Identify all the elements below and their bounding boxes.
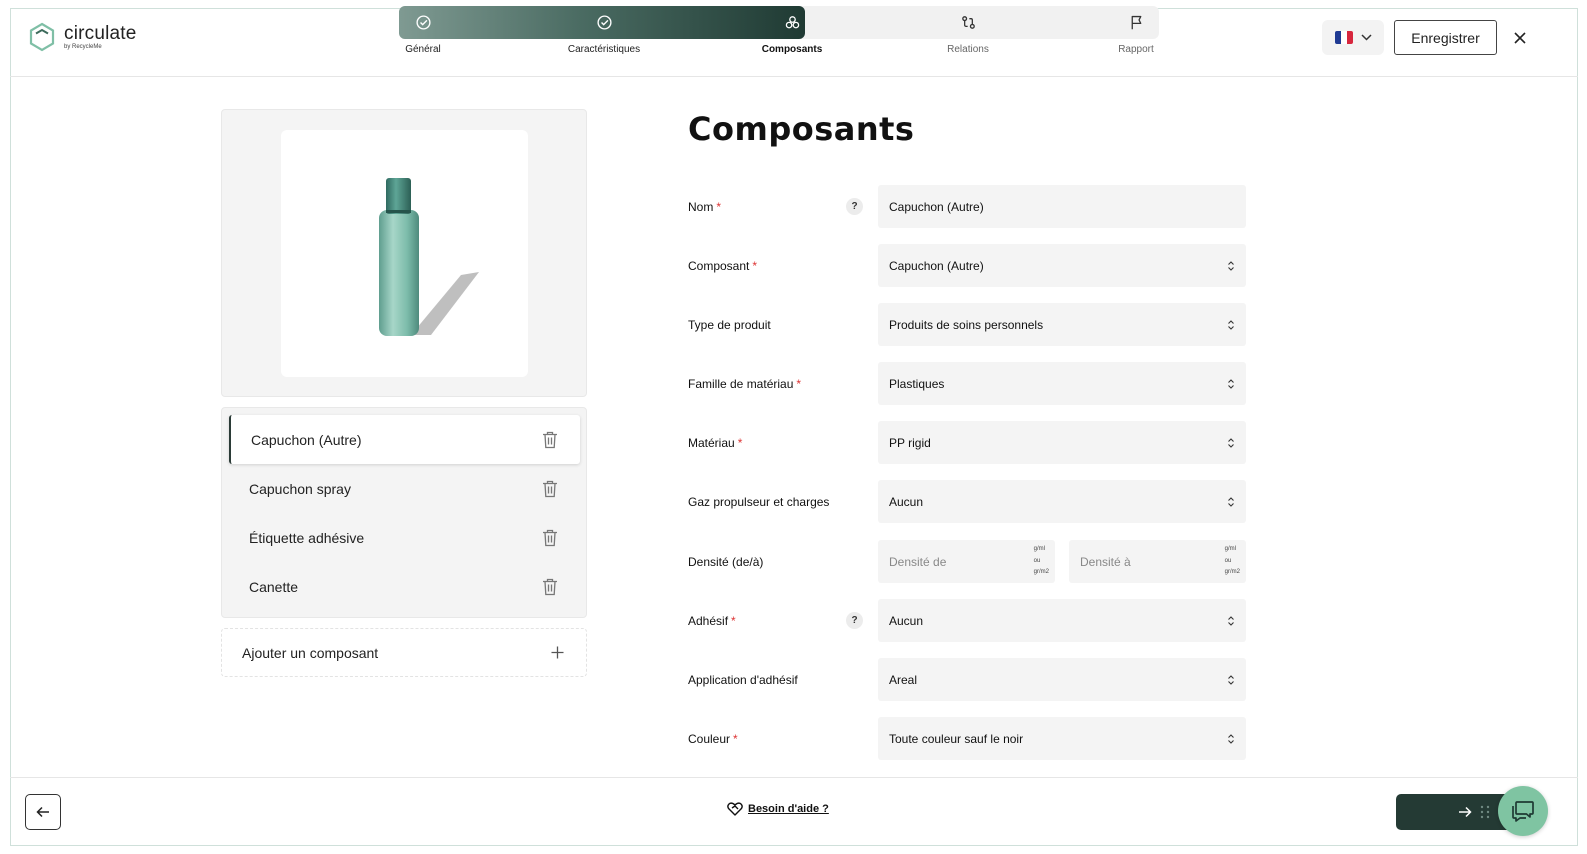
arrow-left-icon	[36, 806, 49, 818]
add-component-label: Ajouter un composant	[242, 644, 379, 661]
help-icon[interactable]: ?	[846, 198, 863, 215]
field-couleur: Couleur * Toute couleur sauf le noir	[688, 717, 1248, 760]
material-family-select[interactable]: Plastiques	[878, 362, 1246, 405]
spray-bottle-image	[379, 178, 479, 336]
density-from-input[interactable]: Densité de g/ml ou gr/m2	[878, 540, 1055, 583]
field-label: Application d'adhésif	[688, 672, 798, 687]
close-icon[interactable]	[1508, 26, 1532, 50]
chat-icon	[1512, 801, 1534, 822]
field-label: Nom *	[688, 199, 722, 214]
plus-icon	[551, 646, 564, 659]
field-nom: Nom * ? Capuchon (Autre)	[688, 185, 1248, 228]
component-item[interactable]: Capuchon (Autre)	[229, 415, 580, 464]
logo[interactable]: circulate by RecycleMe	[26, 21, 137, 53]
component-item[interactable]: Canette	[229, 562, 580, 611]
arrow-right-icon	[1459, 806, 1472, 818]
field-composant: Composant * Capuchon (Autre)	[688, 244, 1248, 287]
step-label: Rapport	[1118, 44, 1154, 55]
component-label: Capuchon (Autre)	[251, 431, 362, 448]
component-item[interactable]: Étiquette adhésive	[229, 513, 580, 562]
component-label: Capuchon spray	[249, 480, 351, 497]
component-item[interactable]: Capuchon spray	[229, 464, 580, 513]
component-label: Canette	[249, 578, 299, 595]
field-famille: Famille de matériau * Plastiques	[688, 362, 1248, 405]
density-to-input[interactable]: Densité à g/ml ou gr/m2	[1069, 540, 1246, 583]
field-adhesif: Adhésif * ? Aucun	[688, 599, 1248, 642]
adhesive-select[interactable]: Aucun	[878, 599, 1246, 642]
field-label: Adhésif *	[688, 613, 736, 628]
trash-icon[interactable]	[542, 480, 558, 498]
flag-icon	[1120, 6, 1153, 39]
select-chevron-icon	[1227, 260, 1235, 271]
density-unit: g/ml ou gr/m2	[1033, 546, 1049, 576]
step-label: Caractéristiques	[567, 44, 641, 55]
adhesive-application-select[interactable]: Areal	[878, 658, 1246, 701]
heart-handshake-icon	[727, 802, 743, 816]
step-label: Relations	[947, 44, 989, 55]
field-type-produit: Type de produit Produits de soins person…	[688, 303, 1248, 346]
help-link[interactable]: Besoin d'aide ?	[727, 802, 829, 816]
back-button[interactable]	[25, 794, 61, 830]
step-general[interactable]: Général	[353, 6, 493, 66]
field-densite: Densité (de/à) Densité de g/ml ou gr/m2 De…	[688, 540, 1248, 583]
field-label: Gaz propulseur et charges	[688, 494, 830, 509]
relations-icon	[952, 6, 985, 39]
save-button[interactable]: Enregistrer	[1394, 20, 1497, 55]
logo-hexagon-icon	[29, 22, 55, 52]
field-label: Couleur *	[688, 731, 738, 746]
chat-button[interactable]	[1498, 786, 1548, 836]
select-chevron-icon	[1227, 674, 1235, 685]
page-title: Composants	[688, 110, 915, 148]
field-application: Application d'adhésif Areal	[688, 658, 1248, 701]
step-rapport[interactable]: Rapport	[1066, 6, 1206, 66]
step-composants[interactable]: Composants	[722, 6, 862, 66]
field-gaz: Gaz propulseur et charges Aucun	[688, 480, 1248, 523]
check-circle-icon	[588, 6, 621, 39]
trash-icon[interactable]	[542, 529, 558, 547]
step-caracteristiques[interactable]: Caractéristiques	[534, 6, 674, 66]
help-icon[interactable]: ?	[846, 612, 863, 629]
name-input[interactable]: Capuchon (Autre)	[878, 185, 1246, 228]
logo-subtitle: by RecycleMe	[64, 44, 102, 50]
step-relations[interactable]: Relations	[898, 6, 1038, 66]
product-image-card	[221, 109, 587, 397]
select-chevron-icon	[1227, 496, 1235, 507]
select-chevron-icon	[1227, 378, 1235, 389]
component-select[interactable]: Capuchon (Autre)	[878, 244, 1246, 287]
language-select[interactable]	[1322, 20, 1384, 55]
footer-divider	[10, 777, 1578, 778]
field-label: Matériau *	[688, 435, 743, 450]
propellant-select[interactable]: Aucun	[878, 480, 1246, 523]
product-type-select[interactable]: Produits de soins personnels	[878, 303, 1246, 346]
logo-title: circulate	[64, 23, 137, 44]
chevron-down-icon	[1360, 34, 1372, 41]
components-icon	[776, 6, 809, 39]
select-chevron-icon	[1227, 319, 1235, 330]
field-label: Composant *	[688, 258, 758, 273]
density-unit: g/ml ou gr/m2	[1224, 546, 1240, 576]
product-image	[281, 130, 528, 377]
select-chevron-icon	[1227, 733, 1235, 744]
select-chevron-icon	[1227, 615, 1235, 626]
field-label: Type de produit	[688, 317, 771, 332]
step-label: Général	[405, 44, 441, 55]
component-label: Étiquette adhésive	[249, 529, 365, 546]
add-component-button[interactable]: Ajouter un composant	[221, 628, 587, 677]
france-flag-icon	[1334, 31, 1353, 44]
color-select[interactable]: Toute couleur sauf le noir	[878, 717, 1246, 760]
field-materiau: Matériau * PP rigid	[688, 421, 1248, 464]
material-select[interactable]: PP rigid	[878, 421, 1246, 464]
components-list: Capuchon (Autre) Capuchon spray Étiquett…	[221, 407, 587, 618]
check-circle-icon	[407, 6, 440, 39]
step-label: Composants	[761, 44, 823, 55]
field-label: Famille de matériau *	[688, 376, 802, 391]
select-chevron-icon	[1227, 437, 1235, 448]
trash-icon[interactable]	[542, 578, 558, 596]
trash-icon[interactable]	[542, 431, 558, 449]
field-label: Densité (de/à)	[688, 554, 764, 569]
drag-handle-icon[interactable]	[1480, 805, 1490, 819]
